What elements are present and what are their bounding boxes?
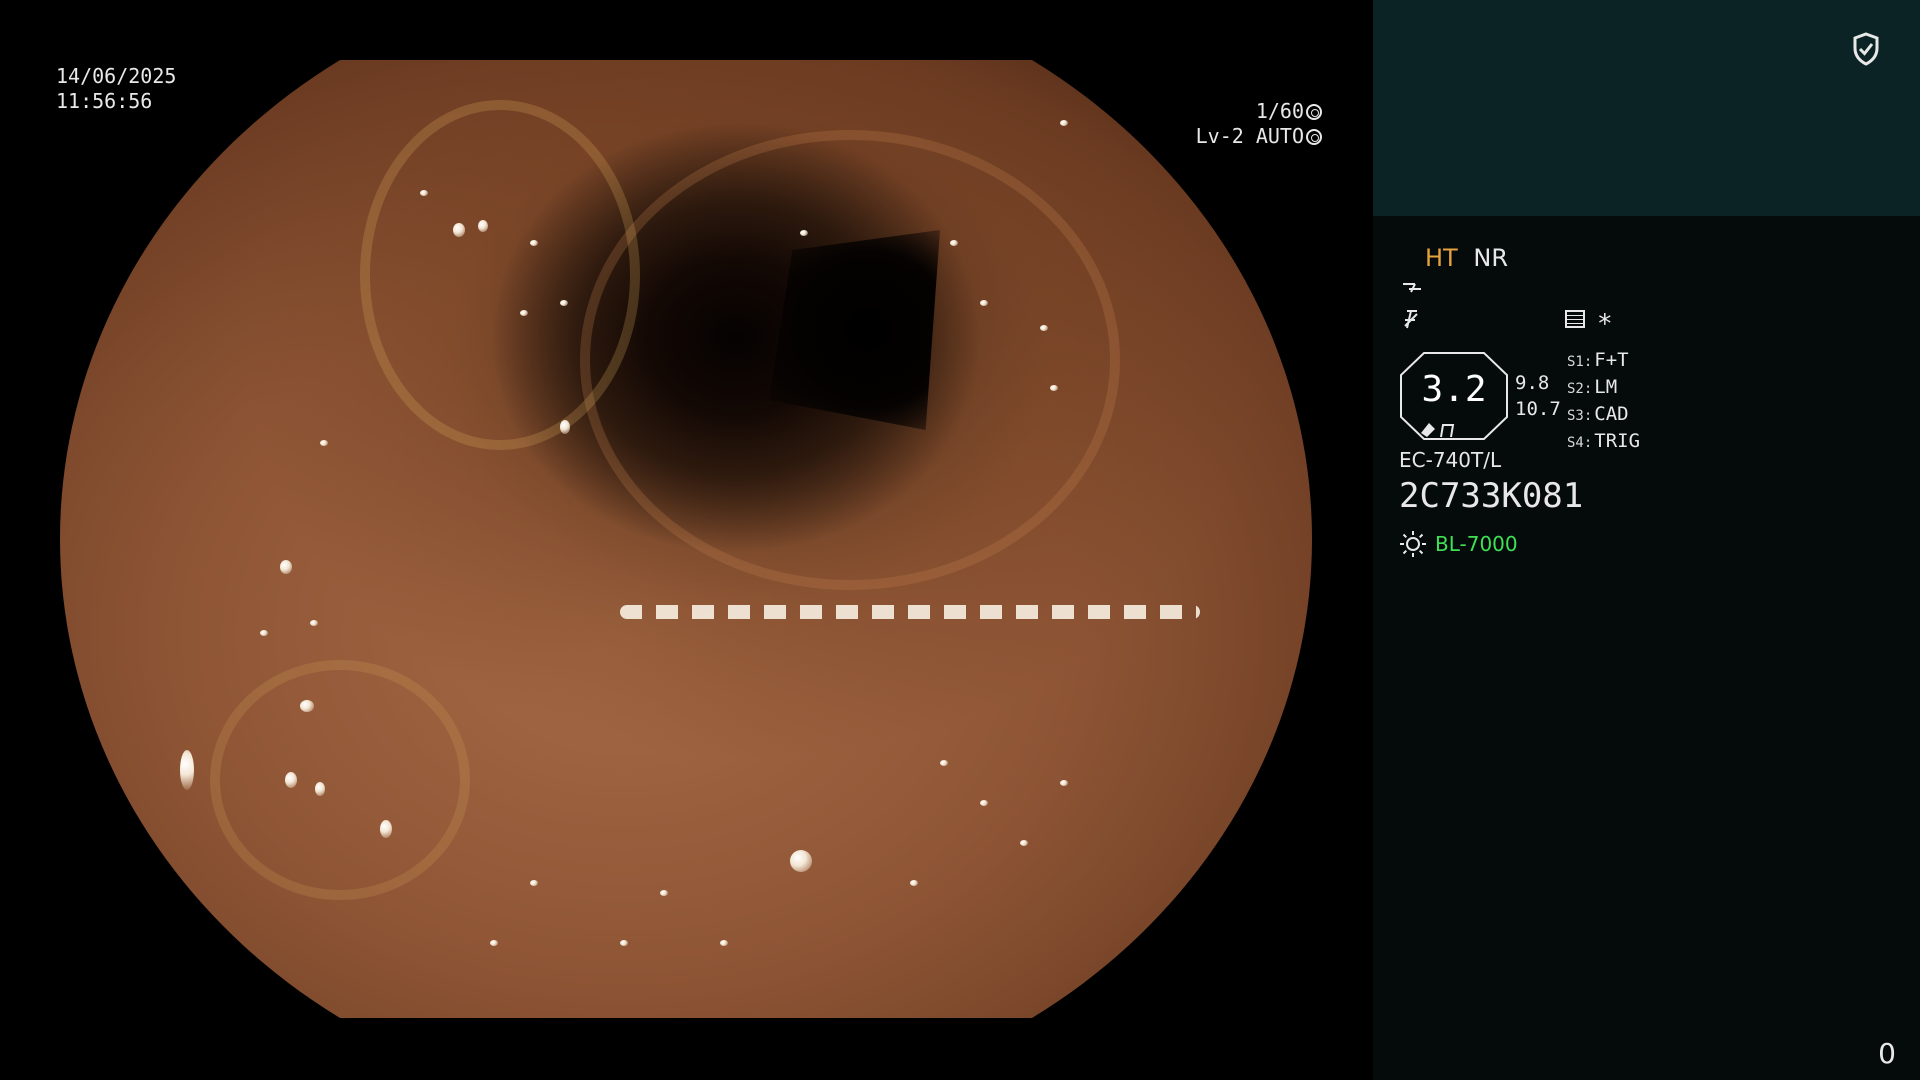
switch-item: S2: LM (1567, 376, 1618, 398)
bubble (490, 940, 498, 946)
time-text: 11:56:56 (56, 89, 153, 113)
shutter-icon (1306, 103, 1322, 120)
light-source-row: BL-7000 (1399, 530, 1518, 558)
exposure-overlay: 1/60 Lv-2 AUTO (1196, 99, 1322, 149)
bubble (720, 940, 728, 946)
iris-icon (1306, 128, 1322, 145)
bubble (1020, 840, 1028, 846)
scope-switch-list: S1: F+T S2: LM S3: CAD S4: TRIG (1567, 348, 1640, 456)
mucosal-fold (210, 660, 470, 900)
light-reflection (620, 605, 1200, 619)
side-value-2: 10.7 (1515, 398, 1561, 420)
bubble (315, 782, 325, 796)
bubble (285, 772, 297, 788)
endoscope-image (60, 60, 1312, 1018)
bubble (790, 850, 812, 872)
bubble (453, 223, 465, 237)
bubble (1060, 120, 1068, 126)
asterisk-icon: ∗ (1597, 304, 1613, 334)
bubble (320, 440, 328, 446)
side-value-1: 9.8 (1515, 372, 1550, 394)
scope-model: EC-740T/L (1399, 448, 1502, 472)
shutter-text: 1/60 (1255, 99, 1304, 123)
shield-check-icon[interactable] (1852, 32, 1880, 66)
iris-row: Lv-2 AUTO (1196, 124, 1322, 149)
mode-indicators: HT NR (1425, 244, 1508, 272)
bubble (280, 560, 292, 574)
enhancement-level-display: 3.2 (1399, 351, 1509, 441)
iris-text: Lv-2 AUTO (1195, 124, 1304, 148)
bubble (1050, 385, 1058, 391)
bubble (1040, 325, 1048, 331)
bubble (940, 760, 948, 766)
bubble (910, 880, 918, 886)
bubble (260, 630, 268, 636)
ht-mode-label: HT (1425, 244, 1458, 272)
bubble (950, 240, 958, 246)
switch-item: S3: CAD (1567, 403, 1629, 425)
bubble (180, 750, 194, 790)
mucosal-fold (360, 100, 640, 450)
nr-mode-label: NR (1473, 244, 1508, 272)
bubble (980, 800, 988, 806)
bubble (478, 220, 488, 232)
bubble (530, 240, 538, 246)
switch-item: S1: F+T (1567, 349, 1629, 371)
panel-header (1373, 0, 1920, 216)
bubble (980, 300, 988, 306)
bubble (310, 620, 318, 626)
bubble (300, 700, 314, 712)
bubble (800, 230, 808, 236)
bubble (420, 190, 428, 196)
switch-item: S4: TRIG (1567, 430, 1641, 452)
scope-serial: 2C733K081 (1399, 476, 1584, 516)
info-panel: HT NR ∗ 3.2 9.8 10.7 S1: F+T S2: LM S3: CA (1373, 0, 1920, 1080)
structure-enhance-icon (1403, 283, 1421, 293)
bubble (560, 420, 570, 434)
datetime-overlay: 14/06/2025 11:56:56 (56, 64, 176, 114)
bubble (530, 880, 538, 886)
menu-list-icon[interactable] (1565, 310, 1585, 328)
bubble (560, 300, 568, 306)
bubble (660, 890, 668, 896)
image-counter: 0 (1878, 1037, 1896, 1070)
shutter-row: 1/60 (1196, 99, 1322, 124)
light-source-icon (1400, 531, 1426, 557)
video-area: 14/06/2025 11:56:56 1/60 Lv-2 AUTO (0, 0, 1372, 1080)
enhancement-value: 3.2 (1421, 369, 1487, 410)
light-source-label: BL-7000 (1435, 532, 1518, 556)
bubble (520, 310, 528, 316)
date-text: 14/06/2025 (56, 64, 177, 88)
bubble (380, 820, 392, 838)
endoscopy-screen: 14/06/2025 11:56:56 1/60 Lv-2 AUTO HT NR (0, 0, 1920, 1080)
bubble (620, 940, 628, 946)
color-enhance-icon (1404, 310, 1418, 329)
side-values: 9.8 10.7 (1515, 370, 1561, 422)
bubble (1060, 780, 1068, 786)
mucosal-fold (580, 130, 1120, 590)
